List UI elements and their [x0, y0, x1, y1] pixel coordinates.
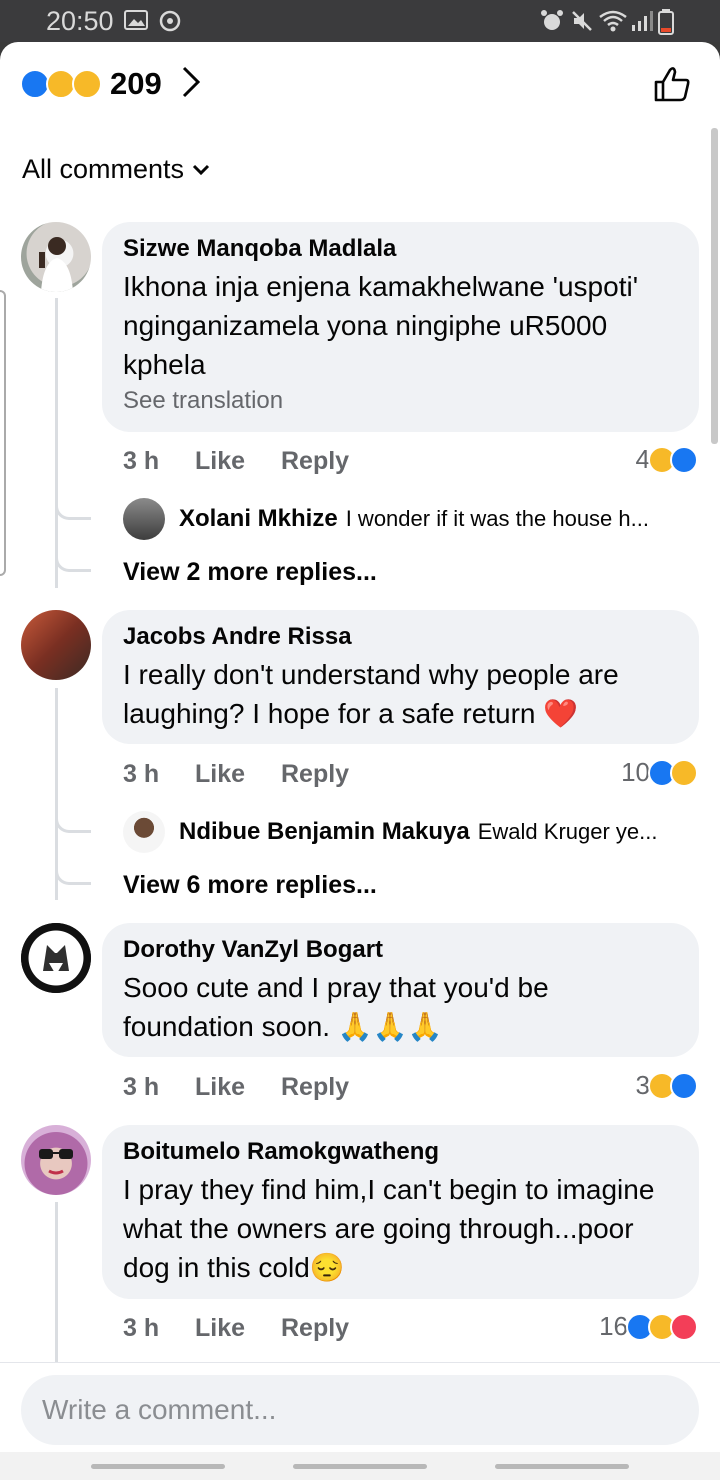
- chevron-right-icon[interactable]: [180, 64, 202, 100]
- scrollbar[interactable]: [711, 128, 718, 444]
- comment-input[interactable]: Write a comment...: [21, 1375, 699, 1445]
- like-thumb-icon[interactable]: [652, 64, 692, 104]
- mute-icon: [572, 11, 592, 31]
- reply-connector: [55, 809, 91, 833]
- reply-button[interactable]: Reply: [281, 1314, 349, 1343]
- sort-dropdown[interactable]: All comments: [22, 154, 210, 185]
- reply-button[interactable]: Reply: [281, 447, 349, 476]
- comment-author[interactable]: Dorothy VanZyl Bogart: [123, 935, 679, 965]
- status-bar: 20:50: [0, 0, 720, 42]
- comment-actions: 3 h Like Reply: [123, 1073, 349, 1102]
- comment-text: Ikhona inja enjena kamakhelwane 'uspoti'…: [123, 271, 639, 380]
- comment-time: 3 h: [123, 447, 160, 475]
- sort-label: All comments: [22, 154, 185, 184]
- love-reaction-icon: [670, 1312, 698, 1341]
- comment-bubble[interactable]: Boitumelo Ramokgwatheng I pray they find…: [102, 1125, 699, 1299]
- see-translation-link[interactable]: See translation: [123, 387, 679, 415]
- like-reaction-icon: [670, 445, 698, 474]
- nav-back-handle[interactable]: [495, 1464, 629, 1469]
- comment-actions: 3 h Like Reply: [123, 1314, 349, 1343]
- avatar[interactable]: [21, 923, 91, 993]
- reply-author[interactable]: Ndibue Benjamin Makuya: [179, 818, 470, 846]
- like-button[interactable]: Like: [195, 760, 281, 789]
- reply-preview[interactable]: Xolani Mkhize I wonder if it was the hou…: [123, 498, 649, 540]
- comment-actions: 3 h Like Reply: [123, 760, 349, 789]
- comment-reactions[interactable]: 10: [621, 757, 698, 788]
- thread-line: [55, 298, 58, 588]
- reaction-summary[interactable]: [20, 69, 110, 99]
- gallery-icon: [124, 10, 148, 30]
- reply-button[interactable]: Reply: [281, 1073, 349, 1102]
- reply-author[interactable]: Xolani Mkhize: [179, 505, 338, 533]
- like-button[interactable]: Like: [195, 1314, 281, 1343]
- battery-icon: [658, 9, 674, 35]
- like-button[interactable]: Like: [195, 447, 281, 476]
- comment-reaction-count: 10: [621, 757, 650, 787]
- avatar[interactable]: [21, 222, 91, 292]
- view-more-replies[interactable]: View 2 more replies...: [123, 558, 377, 587]
- haha-reaction-icon: [670, 758, 698, 787]
- reaction-count[interactable]: 209: [110, 66, 162, 102]
- edge-handle: [0, 290, 6, 576]
- comment-reaction-count: 16: [599, 1311, 628, 1341]
- system-nav-bar: [0, 1452, 720, 1480]
- comment-time: 3 h: [123, 1073, 160, 1101]
- comments-sheet: 209 All comments Sizwe Manqoba Madlala I…: [0, 42, 720, 1480]
- thread-line: [55, 1202, 58, 1362]
- comment-bubble[interactable]: Sizwe Manqoba Madlala Ikhona inja enjena…: [102, 222, 699, 432]
- comment-time: 3 h: [123, 1314, 160, 1342]
- reply-connector: [55, 496, 91, 520]
- comment-time: 3 h: [123, 760, 160, 788]
- reply-text: I wonder if it was the house h...: [345, 506, 649, 531]
- avatar[interactable]: [21, 610, 91, 680]
- avatar[interactable]: [123, 498, 165, 540]
- comment-text: I really don't understand why people are…: [123, 659, 619, 729]
- comment-reactions[interactable]: 16: [599, 1311, 698, 1342]
- comment-text: Sooo cute and I pray that you'd be found…: [123, 972, 549, 1042]
- comment-reactions[interactable]: 4: [636, 444, 698, 475]
- reply-connector: [55, 548, 91, 572]
- sync-icon: [159, 10, 181, 32]
- comment-reactions[interactable]: 3: [636, 1070, 698, 1101]
- comment-bubble[interactable]: Dorothy VanZyl Bogart Sooo cute and I pr…: [102, 923, 699, 1057]
- avatar[interactable]: [21, 1125, 91, 1195]
- chevron-down-icon: [192, 164, 210, 175]
- nav-home-handle[interactable]: [293, 1464, 427, 1469]
- comment-author[interactable]: Boitumelo Ramokgwatheng: [123, 1137, 679, 1167]
- comment-text: I pray they find him,I can't begin to im…: [123, 1174, 655, 1283]
- comment-actions: 3 h Like Reply: [123, 447, 349, 476]
- like-button[interactable]: Like: [195, 1073, 281, 1102]
- reply-connector: [55, 861, 91, 885]
- nav-recents-handle[interactable]: [91, 1464, 225, 1469]
- care-reaction-icon: [72, 69, 102, 99]
- comment-author[interactable]: Sizwe Manqoba Madlala: [123, 234, 679, 264]
- comment-bubble[interactable]: Jacobs Andre Rissa I really don't unders…: [102, 610, 699, 744]
- wifi-icon: [599, 10, 627, 32]
- reply-button[interactable]: Reply: [281, 760, 349, 789]
- status-time: 20:50: [46, 6, 114, 36]
- view-more-replies[interactable]: View 6 more replies...: [123, 871, 377, 900]
- reply-text: Ewald Kruger ye...: [477, 819, 658, 844]
- comment-author[interactable]: Jacobs Andre Rissa: [123, 622, 679, 652]
- alarm-icon: [541, 10, 563, 30]
- avatar[interactable]: [123, 811, 165, 853]
- reply-preview[interactable]: Ndibue Benjamin Makuya Ewald Kruger ye..…: [123, 811, 657, 853]
- signal-icon: [632, 11, 653, 31]
- like-reaction-icon: [670, 1071, 698, 1100]
- sheet-header: 209: [0, 42, 720, 132]
